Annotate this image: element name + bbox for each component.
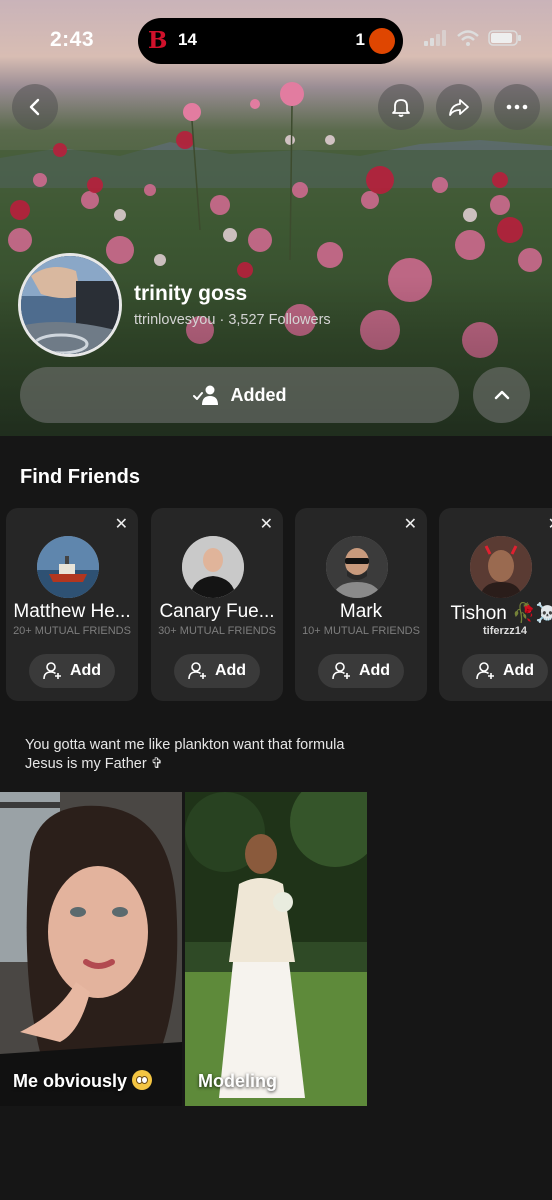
friend-username: tiferzz14: [482, 625, 528, 637]
friend-name: Matthew He...: [13, 601, 131, 622]
score-left: 14: [178, 30, 197, 49]
friend-name: Mark: [339, 601, 383, 622]
follower-count[interactable]: 3,527 Followers: [228, 312, 330, 328]
score-right: 1: [355, 30, 365, 49]
status-icons: [424, 30, 522, 46]
saved-story-tile[interactable]: Me obviously: [0, 792, 182, 1106]
friend-avatar: [470, 536, 532, 598]
friend-suggestion-card[interactable]: ✕ Canary Fue... 30+ MUTUAL FRIENDS Add: [151, 508, 283, 701]
friend-avatar: [326, 536, 388, 598]
added-label: Added: [230, 384, 287, 405]
close-icon[interactable]: ✕: [404, 514, 417, 534]
add-label: Add: [214, 662, 247, 679]
notifications-button[interactable]: [378, 84, 424, 130]
add-friend-button[interactable]: Add: [462, 654, 548, 688]
profile-avatar[interactable]: [18, 253, 122, 357]
chevron-up-icon: [494, 390, 509, 400]
add-friend-icon: [476, 662, 494, 680]
friend-suggestion-card[interactable]: ✕ Matthew He... 20+ MUTUAL FRIENDS Add: [6, 508, 138, 701]
add-friend-icon: [188, 662, 206, 680]
close-icon[interactable]: ✕: [548, 514, 552, 534]
story-label: Modeling: [198, 1071, 277, 1091]
red-sox-logo-icon: B: [148, 27, 168, 54]
share-icon: [449, 99, 469, 116]
signal-icon: [424, 30, 446, 46]
profile-bio: You gotta want me like plankton want tha…: [25, 736, 344, 774]
battery-icon: [488, 30, 521, 46]
back-button[interactable]: [12, 84, 58, 130]
orioles-logo-icon: [369, 28, 395, 54]
friend-suggestion-card[interactable]: ✕ Tishon 🥀☠️ tiferzz14 Add: [439, 508, 552, 701]
collapse-button[interactable]: [473, 367, 530, 423]
mutual-friends-count: 10+ MUTUAL FRIENDS: [302, 625, 420, 637]
more-options-button[interactable]: [494, 84, 540, 130]
friend-name: Canary Fue...: [159, 601, 275, 622]
bio-line: Jesus is my Father ✞: [25, 756, 163, 772]
add-friend-icon: [332, 662, 350, 680]
back-icon: [29, 98, 40, 116]
add-label: Add: [69, 662, 102, 679]
bio-line: You gotta want me like plankton want tha…: [25, 737, 345, 753]
add-label: Add: [358, 662, 391, 679]
more-icon: [506, 104, 528, 110]
person-check-icon: [192, 385, 218, 405]
profile-name: trinity goss: [134, 282, 248, 305]
story-label: Me obviously: [13, 1070, 153, 1092]
find-friends-title: Find Friends: [20, 466, 140, 488]
mutual-friends-count: 20+ MUTUAL FRIENDS: [13, 625, 131, 637]
add-friend-button[interactable]: Add: [318, 654, 404, 688]
add-label: Add: [502, 662, 535, 679]
rolling-eyes-emoji-icon: [132, 1070, 153, 1090]
friend-avatar: [182, 536, 244, 598]
added-friend-button[interactable]: Added: [20, 367, 459, 423]
wifi-icon: [457, 30, 479, 46]
profile-subtitle: ttrinlovesyou · 3,527 Followers: [134, 312, 331, 328]
story-thumbnail: [0, 792, 182, 1106]
bell-icon: [392, 99, 410, 117]
friend-suggestion-card[interactable]: ✕ Mark 10+ MUTUAL FRIENDS Add: [295, 508, 427, 701]
friend-avatar: [37, 536, 99, 598]
friend-name: Tishon 🥀☠️: [450, 603, 552, 624]
find-friends-carousel[interactable]: ✕ Matthew He... 20+ MUTUAL FRIENDS Add ✕: [6, 508, 552, 702]
share-button[interactable]: [436, 84, 482, 130]
add-friend-icon: [43, 662, 61, 680]
avatar-photo: [21, 256, 119, 354]
story-thumbnail: [185, 792, 367, 1106]
saved-story-tile[interactable]: Modeling: [185, 792, 367, 1106]
mutual-friends-count: 30+ MUTUAL FRIENDS: [158, 625, 276, 637]
add-friend-button[interactable]: Add: [174, 654, 260, 688]
close-icon[interactable]: ✕: [115, 514, 128, 534]
profile-username[interactable]: ttrinlovesyou: [134, 312, 215, 328]
dynamic-island-live-score[interactable]: B 14 1: [138, 18, 403, 64]
close-icon[interactable]: ✕: [260, 514, 273, 534]
add-friend-button[interactable]: Add: [29, 654, 115, 688]
separator-dot: ·: [219, 312, 225, 328]
status-time: 2:43: [50, 28, 95, 51]
